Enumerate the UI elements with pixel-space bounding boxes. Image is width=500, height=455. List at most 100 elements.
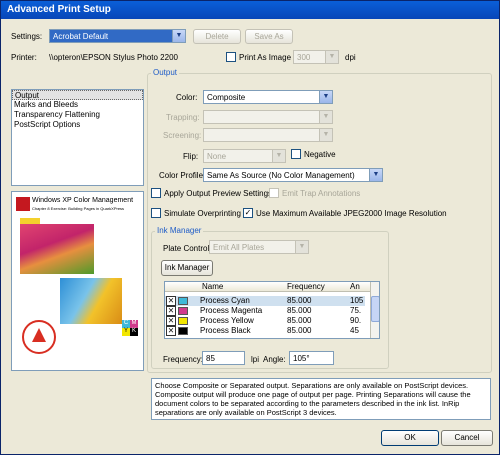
ink-frequency: 85.000 (287, 326, 312, 335)
ink-table-header: Name Frequency An (165, 282, 370, 292)
chevron-down-icon: ▼ (369, 169, 382, 181)
ink-angle: 105 (350, 296, 364, 305)
ink-row-magenta[interactable]: ⨯ Process Magenta 85.000 75. (165, 306, 365, 316)
preview-subtitle: Chapter 8 Exercise: Building Pages in Qu… (32, 206, 125, 211)
ink-table-scrollbar[interactable] (370, 282, 379, 338)
print-as-image-checkbox[interactable] (226, 52, 236, 62)
dpi-unit: dpi (345, 53, 356, 62)
simulate-overprinting-label: Simulate Overprinting (164, 209, 241, 218)
dpi-dropdown[interactable]: 300 ▼ (293, 50, 339, 64)
apply-output-preview-checkbox[interactable] (151, 188, 161, 198)
simulate-overprinting-checkbox[interactable] (151, 208, 161, 218)
ink-name: Process Black (200, 326, 251, 335)
ink-frequency: 85.000 (287, 306, 312, 315)
color-profile-label: Color Profile: (159, 171, 206, 180)
angle-input[interactable]: 105° (289, 351, 334, 365)
preview-image-flowers (60, 278, 122, 324)
ink-manager-group-label: Ink Manager (155, 226, 204, 235)
printer-label: Printer: (11, 53, 37, 62)
ink-angle: 75. (350, 306, 362, 315)
emit-trap-annotations-checkbox[interactable] (269, 188, 279, 198)
cmyk-c: C (122, 320, 130, 328)
printer-icon[interactable]: ⨯ (166, 316, 176, 326)
category-item-transparency-flattening[interactable]: Transparency Flattening (12, 110, 143, 120)
cmyk-m: M (130, 320, 138, 328)
delete-button[interactable]: Delete (193, 29, 241, 44)
chevron-down-icon: ▼ (319, 129, 332, 141)
printer-icon[interactable]: ⨯ (166, 306, 176, 316)
ink-angle: 90. (350, 316, 362, 325)
screening-dropdown[interactable]: ▼ (203, 128, 333, 142)
ink-frequency: 85.000 (287, 296, 312, 305)
settings-dropdown[interactable]: Acrobat Default ▼ (49, 29, 186, 43)
preview-title: Windows XP Color Management (32, 197, 134, 204)
ink-manager-button[interactable]: Ink Manager (161, 260, 213, 276)
scrollbar-thumb[interactable] (371, 296, 379, 322)
frequency-label: Frequency: (163, 355, 204, 364)
ink-table: Name Frequency An ⨯ Process Cyan 85.000 … (164, 281, 380, 339)
flip-label: Flip: (183, 152, 199, 161)
ink-row-black[interactable]: ⨯ Process Black 85.000 45 (165, 326, 365, 336)
ink-name: Process Yellow (200, 316, 254, 325)
cancel-button[interactable]: Cancel (441, 430, 493, 446)
category-item-postscript-options[interactable]: PostScript Options (12, 120, 143, 130)
printer-icon[interactable]: ⨯ (166, 296, 176, 306)
ink-row-cyan[interactable]: ⨯ Process Cyan 85.000 105 (165, 296, 365, 306)
frequency-unit: lpi (251, 355, 260, 364)
use-jpeg2000-label: Use Maximum Available JPEG2000 Image Res… (256, 209, 447, 218)
column-frequency: Frequency (287, 282, 325, 291)
page-preview: Windows XP Color Management Chapter 8 Ex… (11, 191, 144, 371)
screening-label: Screening: (163, 131, 202, 140)
ink-name: Process Cyan (200, 296, 250, 305)
color-profile-dropdown[interactable]: Same As Source (No Color Management) ▼ (203, 168, 383, 182)
preview-image-tulips (20, 224, 94, 274)
plate-control-label: Plate Control (163, 244, 210, 253)
negative-checkbox[interactable] (291, 149, 301, 159)
ok-button[interactable]: OK (381, 430, 439, 446)
category-item-output[interactable]: Output (12, 90, 143, 100)
triangle-icon (32, 328, 46, 342)
negative-label: Negative (304, 150, 336, 159)
plate-control-dropdown[interactable]: Emit All Plates ▼ (209, 240, 309, 254)
column-name: Name (202, 282, 224, 291)
frequency-input[interactable]: 85 (202, 351, 245, 365)
chevron-down-icon: ▼ (319, 91, 332, 103)
output-group-label: Output (151, 68, 180, 77)
column-angle: An (350, 282, 360, 291)
color-value: Composite (207, 93, 246, 102)
color-dropdown[interactable]: Composite ▼ (203, 90, 333, 104)
settings-value: Acrobat Default (53, 32, 109, 41)
ink-angle: 45 (350, 326, 359, 335)
category-item-marks-and-bleeds[interactable]: Marks and Bleeds (12, 100, 143, 110)
use-jpeg2000-checkbox[interactable]: ✓ (243, 208, 253, 218)
chevron-down-icon: ▼ (272, 150, 285, 162)
cmyk-y: Y (122, 328, 130, 336)
preview-logo (16, 197, 30, 211)
ink-row-yellow[interactable]: ⨯ Process Yellow 85.000 90. (165, 316, 365, 326)
trapping-dropdown[interactable]: ▼ (203, 110, 333, 124)
chevron-down-icon: ▼ (325, 51, 338, 63)
plate-control-value: Emit All Plates (213, 243, 265, 252)
ink-name: Process Magenta (200, 306, 263, 315)
swatch-yellow (178, 317, 188, 325)
swatch-magenta (178, 307, 188, 315)
help-text: Choose Composite or Separated output. Se… (151, 378, 491, 420)
color-label: Color: (176, 93, 198, 102)
save-as-button[interactable]: Save As (245, 29, 293, 44)
printer-value: \\opteron\EPSON Stylus Photo 2200 (49, 53, 178, 62)
color-profile-value: Same As Source (No Color Management) (207, 171, 355, 180)
chevron-down-icon: ▼ (172, 30, 185, 42)
swatch-cyan (178, 297, 188, 305)
preview-badge (22, 320, 56, 354)
cmyk-k: K (130, 328, 138, 336)
ink-frequency: 85.000 (287, 316, 312, 325)
window-title: Advanced Print Setup (1, 1, 499, 19)
chevron-down-icon: ▼ (295, 241, 308, 253)
settings-label: Settings: (11, 32, 43, 41)
chevron-down-icon: ▼ (319, 111, 332, 123)
flip-value: None (207, 152, 227, 161)
dpi-value: 300 (297, 53, 311, 62)
print-as-image-label: Print As Image (239, 53, 292, 62)
flip-dropdown[interactable]: None ▼ (203, 149, 286, 163)
printer-icon[interactable]: ⨯ (166, 326, 176, 336)
